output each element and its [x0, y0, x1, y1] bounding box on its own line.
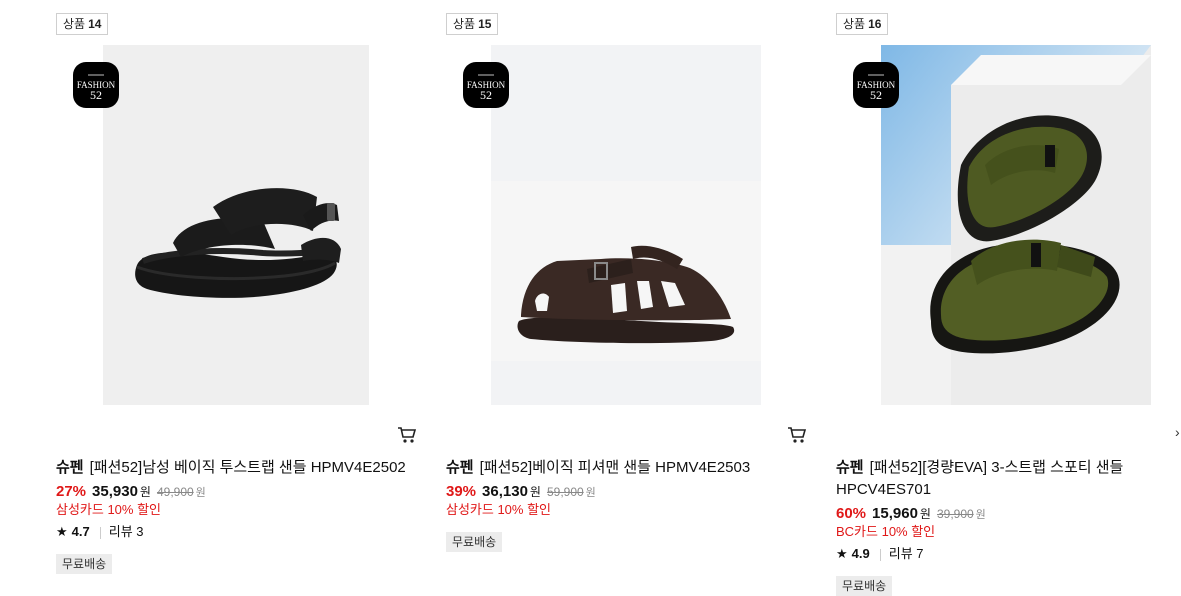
product-card-14[interactable]: 상품 14 FASHION 52 슈펜 [패션52]남성 베이직 투스트랩 샌들…	[56, 0, 446, 584]
svg-text:52: 52	[870, 88, 882, 102]
product-title[interactable]: 슈펜 [패션52][경량EVA] 3-스트랩 스포티 샌들 HPCV4ES701	[836, 457, 1176, 501]
product-title[interactable]: 슈펜 [패션52]남성 베이직 투스트랩 샌들 HPMV4E2502	[56, 457, 446, 479]
fashion52-logo: FASHION 52	[463, 62, 509, 108]
card-promo: BC카드 10% 할인	[836, 524, 936, 539]
review-count[interactable]: 리뷰 3	[109, 524, 144, 539]
star-icon: ★	[56, 524, 68, 539]
free-shipping-badge: 무료배송	[836, 576, 893, 596]
price-row: 60% 15,960 원 39,900 원	[836, 503, 986, 525]
product-image[interactable]	[103, 45, 369, 405]
brand-name: 슈펜	[56, 459, 84, 476]
product-index-badge: 상품 16	[836, 13, 889, 35]
rating-score: 4.9	[851, 546, 870, 561]
svg-text:52: 52	[480, 88, 492, 102]
discount-rate: 27%	[56, 483, 87, 500]
price-row: 39% 36,130 원 59,900 원	[446, 481, 596, 503]
brand-name: 슈펜	[446, 459, 474, 476]
star-icon: ★	[836, 546, 848, 561]
fashion52-logo: FASHION 52	[853, 62, 899, 108]
product-image[interactable]	[881, 45, 1151, 405]
chevron-right-icon[interactable]: ›	[1175, 424, 1180, 440]
divider	[99, 526, 101, 539]
card-promo: 삼성카드 10% 할인	[446, 502, 552, 517]
product-card-16[interactable]: 상품 16 FASHION 52 슈펜 [패션52][경량EVA] 3-스트랩 …	[836, 0, 1181, 596]
currency: 원	[919, 507, 931, 521]
rating-row: ★ 4.9 리뷰 7	[836, 545, 924, 563]
product-image[interactable]	[491, 45, 761, 405]
original-price: 59,900	[546, 485, 584, 499]
svg-text:52: 52	[90, 88, 102, 102]
cart-icon[interactable]	[787, 426, 807, 444]
original-currency: 원	[975, 509, 986, 521]
original-currency: 원	[195, 487, 206, 499]
original-price: 39,900	[936, 507, 974, 521]
price-row: 27% 35,930 원 49,900 원	[56, 481, 206, 503]
currency: 원	[139, 485, 151, 499]
product-card-15[interactable]: 상품 15 FASHION 52 슈펜 [패션52]베이직 피셔맨 샌들 HPM…	[446, 0, 836, 584]
rating-row: ★ 4.7 리뷰 3	[56, 523, 144, 541]
product-name-line2: HPCV4ES701	[836, 481, 932, 498]
card-promo: 삼성카드 10% 할인	[56, 502, 162, 517]
rating-score: 4.7	[71, 524, 90, 539]
product-index-badge: 상품 15	[446, 13, 499, 35]
sale-price: 15,960	[872, 505, 918, 522]
free-shipping-badge: 무료배송	[56, 554, 113, 574]
product-name: [패션52][경량EVA] 3-스트랩 스포티 샌들	[869, 459, 1124, 476]
product-title[interactable]: 슈펜 [패션52]베이직 피셔맨 샌들 HPMV4E2503	[446, 457, 836, 479]
cart-icon[interactable]	[397, 426, 417, 444]
divider	[879, 548, 881, 561]
sale-price: 36,130	[482, 483, 528, 500]
product-index-badge: 상품 14	[56, 13, 109, 35]
discount-rate: 39%	[446, 483, 477, 500]
discount-rate: 60%	[836, 505, 867, 522]
product-name: [패션52]베이직 피셔맨 샌들 HPMV4E2503	[479, 459, 751, 476]
product-name: [패션52]남성 베이직 투스트랩 샌들 HPMV4E2502	[89, 459, 406, 476]
original-currency: 원	[585, 487, 596, 499]
currency: 원	[529, 485, 541, 499]
fashion52-logo: FASHION 52	[73, 62, 119, 108]
sale-price: 35,930	[92, 483, 138, 500]
free-shipping-badge: 무료배송	[446, 532, 503, 552]
original-price: 49,900	[156, 485, 194, 499]
brand-name: 슈펜	[836, 459, 864, 476]
review-count[interactable]: 리뷰 7	[889, 546, 924, 561]
